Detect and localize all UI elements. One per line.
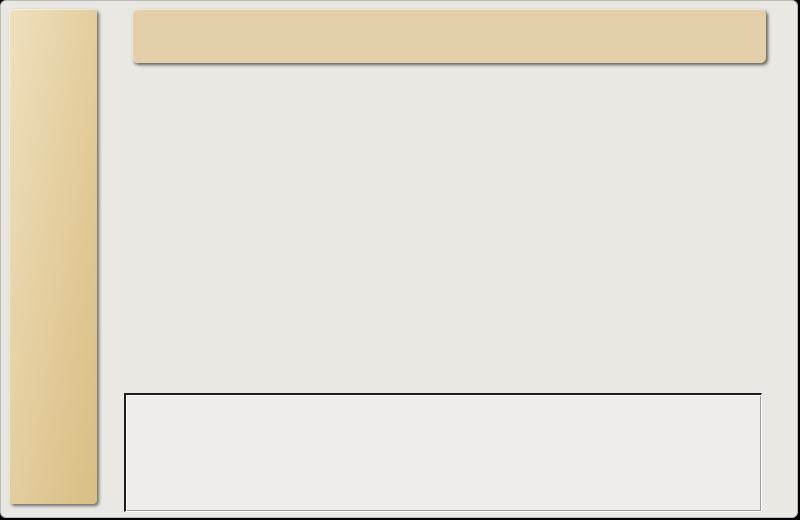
header-bar[interactable] — [132, 9, 766, 63]
sidebar-panel[interactable] — [9, 9, 97, 504]
app-window — [0, 0, 798, 518]
bottom-text-panel[interactable] — [124, 393, 762, 512]
